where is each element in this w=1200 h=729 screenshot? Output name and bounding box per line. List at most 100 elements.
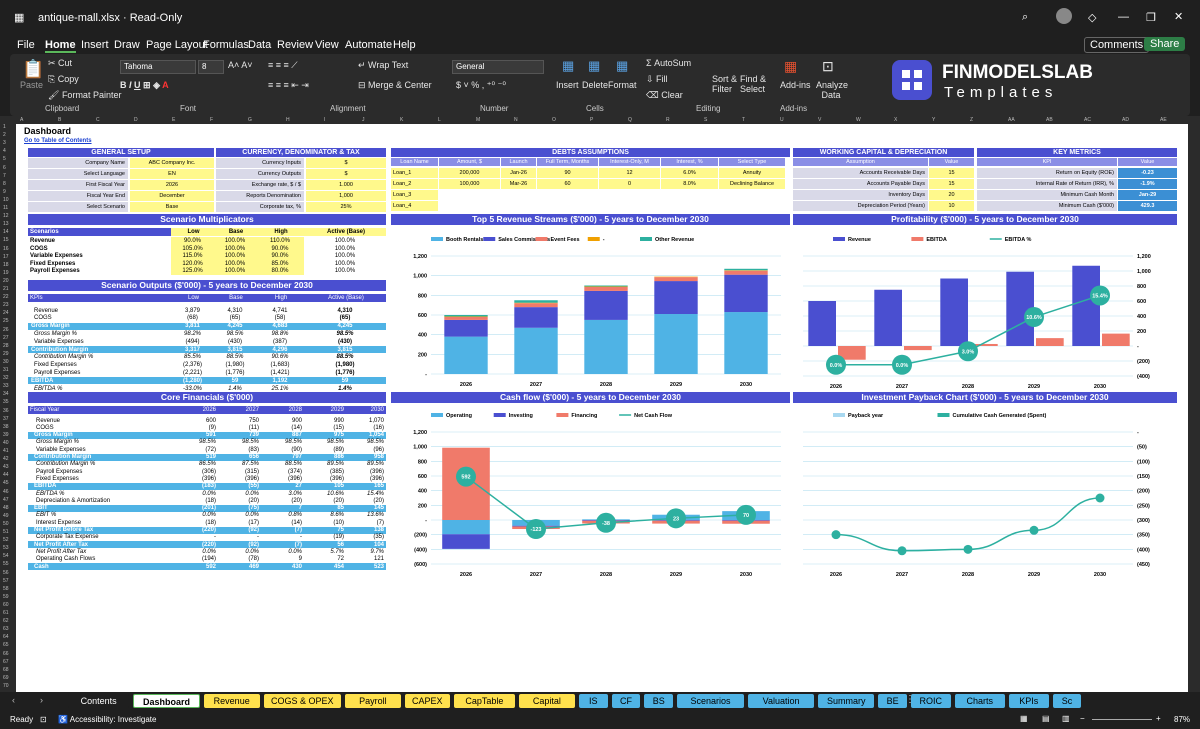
align-top-icon[interactable]: ≡ ≡ ≡ ⟋	[268, 60, 298, 71]
currency-icon[interactable]: $ ˅ % , ⁺⁰ ⁻⁰	[456, 80, 506, 91]
debts-cell[interactable]: 60	[537, 179, 598, 189]
debts-cell[interactable]: 12	[599, 168, 660, 178]
wc-value[interactable]: 15	[929, 179, 974, 189]
debts-cell[interactable]: 200,000	[439, 168, 500, 178]
currency-value[interactable]: $	[306, 158, 386, 168]
format-button[interactable]: Format	[608, 80, 637, 90]
scenario-mult-cell[interactable]: 125.0%	[171, 267, 214, 275]
debts-cell[interactable]: Loan_4	[391, 201, 438, 211]
debts-cell[interactable]: Loan_2	[391, 179, 438, 189]
autosum-button[interactable]: Σ AutoSum	[646, 58, 691, 68]
insert-cells-icon[interactable]: ▦	[562, 58, 574, 74]
sheet-tab-capex[interactable]: CAPEX	[404, 694, 450, 708]
font-name-field[interactable]: Tahoma	[120, 60, 196, 74]
zoom-in-icon[interactable]: +	[1156, 714, 1161, 723]
delete-cells-icon[interactable]: ▦	[588, 58, 600, 74]
paste-button[interactable]: Paste	[20, 80, 43, 90]
sheet-tab-sc[interactable]: Sc	[1052, 694, 1082, 708]
menu-file[interactable]: File	[17, 39, 35, 51]
share-button[interactable]: Share	[1144, 37, 1186, 51]
comments-button[interactable]: Comments	[1084, 37, 1150, 53]
font-size-field[interactable]: 8	[198, 60, 224, 74]
insert-button[interactable]: Insert	[556, 80, 579, 90]
copy-button[interactable]: ⎘ Copy	[48, 74, 79, 85]
sheet-tab-bs[interactable]: BS	[644, 694, 674, 708]
sort-filter-button[interactable]: Sort & Filter	[712, 74, 740, 94]
sheet-tab-contents[interactable]: Contents	[68, 694, 130, 708]
currency-value[interactable]: 25%	[306, 202, 386, 212]
debts-cell[interactable]: Annuity	[719, 168, 785, 178]
macro-icon[interactable]: ⊡	[40, 715, 47, 724]
debts-cell[interactable]: Jan-26	[501, 168, 536, 178]
zoom-level[interactable]: 87%	[1174, 715, 1190, 724]
sheet-tab-be[interactable]: BE	[878, 694, 907, 708]
wc-value[interactable]: 20	[929, 190, 974, 200]
menu-draw[interactable]: Draw	[114, 39, 140, 51]
sheet-tab-is[interactable]: IS	[578, 694, 608, 708]
normal-view-icon[interactable]: ▦	[1020, 714, 1028, 723]
fill-button[interactable]: ⇩ Fill	[646, 74, 668, 85]
wc-value[interactable]: 10	[929, 201, 974, 211]
vertical-scrollbar[interactable]	[1188, 124, 1200, 692]
sheet-tab-scenarios[interactable]: Scenarios	[677, 694, 744, 708]
menu-insert[interactable]: Insert	[81, 39, 109, 51]
sheet-tab-summary[interactable]: Summary	[818, 694, 875, 708]
menu-review[interactable]: Review	[277, 39, 313, 51]
debts-cell[interactable]: 90	[537, 168, 598, 178]
debts-cell[interactable]: Declining Balance	[719, 179, 785, 189]
general-value[interactable]: ABC Company Inc.	[130, 158, 214, 168]
menu-page-layout[interactable]: Page Layout	[146, 39, 208, 51]
sheet-tab-charts[interactable]: Charts	[954, 694, 1005, 708]
general-value[interactable]: December	[130, 191, 214, 201]
debts-cell[interactable]: 6.0%	[661, 168, 718, 178]
analyze-data-button[interactable]: Analyze Data	[816, 80, 848, 100]
avatar[interactable]	[1056, 8, 1072, 24]
zoom-out-icon[interactable]: −	[1080, 714, 1085, 723]
debts-cell[interactable]: Loan_3	[391, 190, 438, 200]
addins-button[interactable]: Add-ins	[780, 80, 811, 90]
grow-font-icon[interactable]: A˄ A˅	[228, 60, 253, 70]
diamond-icon[interactable]: ◇	[1088, 11, 1096, 24]
menu-help[interactable]: Help	[393, 39, 416, 51]
close-icon[interactable]: ✕	[1174, 10, 1183, 23]
debts-cell[interactable]: 0	[599, 179, 660, 189]
format-painter-button[interactable]: 🖌 Format Painter	[48, 90, 121, 101]
page-layout-icon[interactable]: ▤	[1042, 714, 1050, 723]
align-left-icon[interactable]: ≡ ≡ ≡ ⇤ ⇥	[268, 80, 309, 91]
addins-icon[interactable]: ▦	[784, 58, 797, 75]
sheet-tab-capital[interactable]: Capital	[519, 694, 575, 708]
currency-value[interactable]: $	[306, 169, 386, 179]
scenario-mult-cell[interactable]: 100.0%	[214, 267, 256, 275]
wrap-text-button[interactable]: ↵ Wrap Text	[358, 60, 408, 71]
scenario-mult-cell[interactable]: 80.0%	[256, 267, 304, 275]
debts-cell[interactable]: 8.0%	[661, 179, 718, 189]
general-value[interactable]: 2026	[130, 180, 214, 190]
number-format-field[interactable]: General	[452, 60, 544, 74]
menu-home[interactable]: Home	[45, 39, 76, 53]
paste-icon[interactable]: 📋	[22, 59, 44, 80]
menu-formulas[interactable]: Formulas	[203, 39, 249, 51]
cut-button[interactable]: ✂ Cut	[48, 58, 72, 69]
currency-value[interactable]: 1.000	[306, 180, 386, 190]
currency-value[interactable]: 1,000	[306, 191, 386, 201]
delete-button[interactable]: Delete	[582, 80, 608, 90]
debts-cell[interactable]: 100,000	[439, 179, 500, 189]
format-cells-icon[interactable]: ▦	[616, 58, 628, 74]
sheet-tab-valuation[interactable]: Valuation	[747, 694, 815, 708]
accessibility-status[interactable]: ♿ Accessibility: Investigate	[58, 715, 156, 724]
page-break-icon[interactable]: ▥	[1062, 714, 1070, 723]
debts-cell[interactable]: Loan_1	[391, 168, 438, 178]
find-select-button[interactable]: Find & Select	[740, 74, 770, 94]
general-value[interactable]: EN	[130, 169, 214, 179]
tab-prev-icon[interactable]: ‹	[12, 695, 15, 705]
clear-button[interactable]: ⌫ Clear	[646, 90, 683, 101]
worksheet[interactable]: Dashboard Go to Table of Contents GENERA…	[16, 124, 1188, 692]
sheet-tab-kpis[interactable]: KPIs	[1009, 694, 1049, 708]
search-icon[interactable]: ⌕	[1022, 11, 1028, 24]
sheet-tab-cogs-opex[interactable]: COGS & OPEX	[263, 694, 341, 708]
merge-center-button[interactable]: ⊟ Merge & Center	[358, 80, 432, 91]
bold-icon[interactable]: B I U ⊞ ◈ A	[120, 80, 169, 91]
sheet-tab-payroll[interactable]: Payroll	[345, 694, 401, 708]
menu-automate[interactable]: Automate	[345, 39, 392, 51]
sheet-tab-revenue[interactable]: Revenue	[203, 694, 260, 708]
